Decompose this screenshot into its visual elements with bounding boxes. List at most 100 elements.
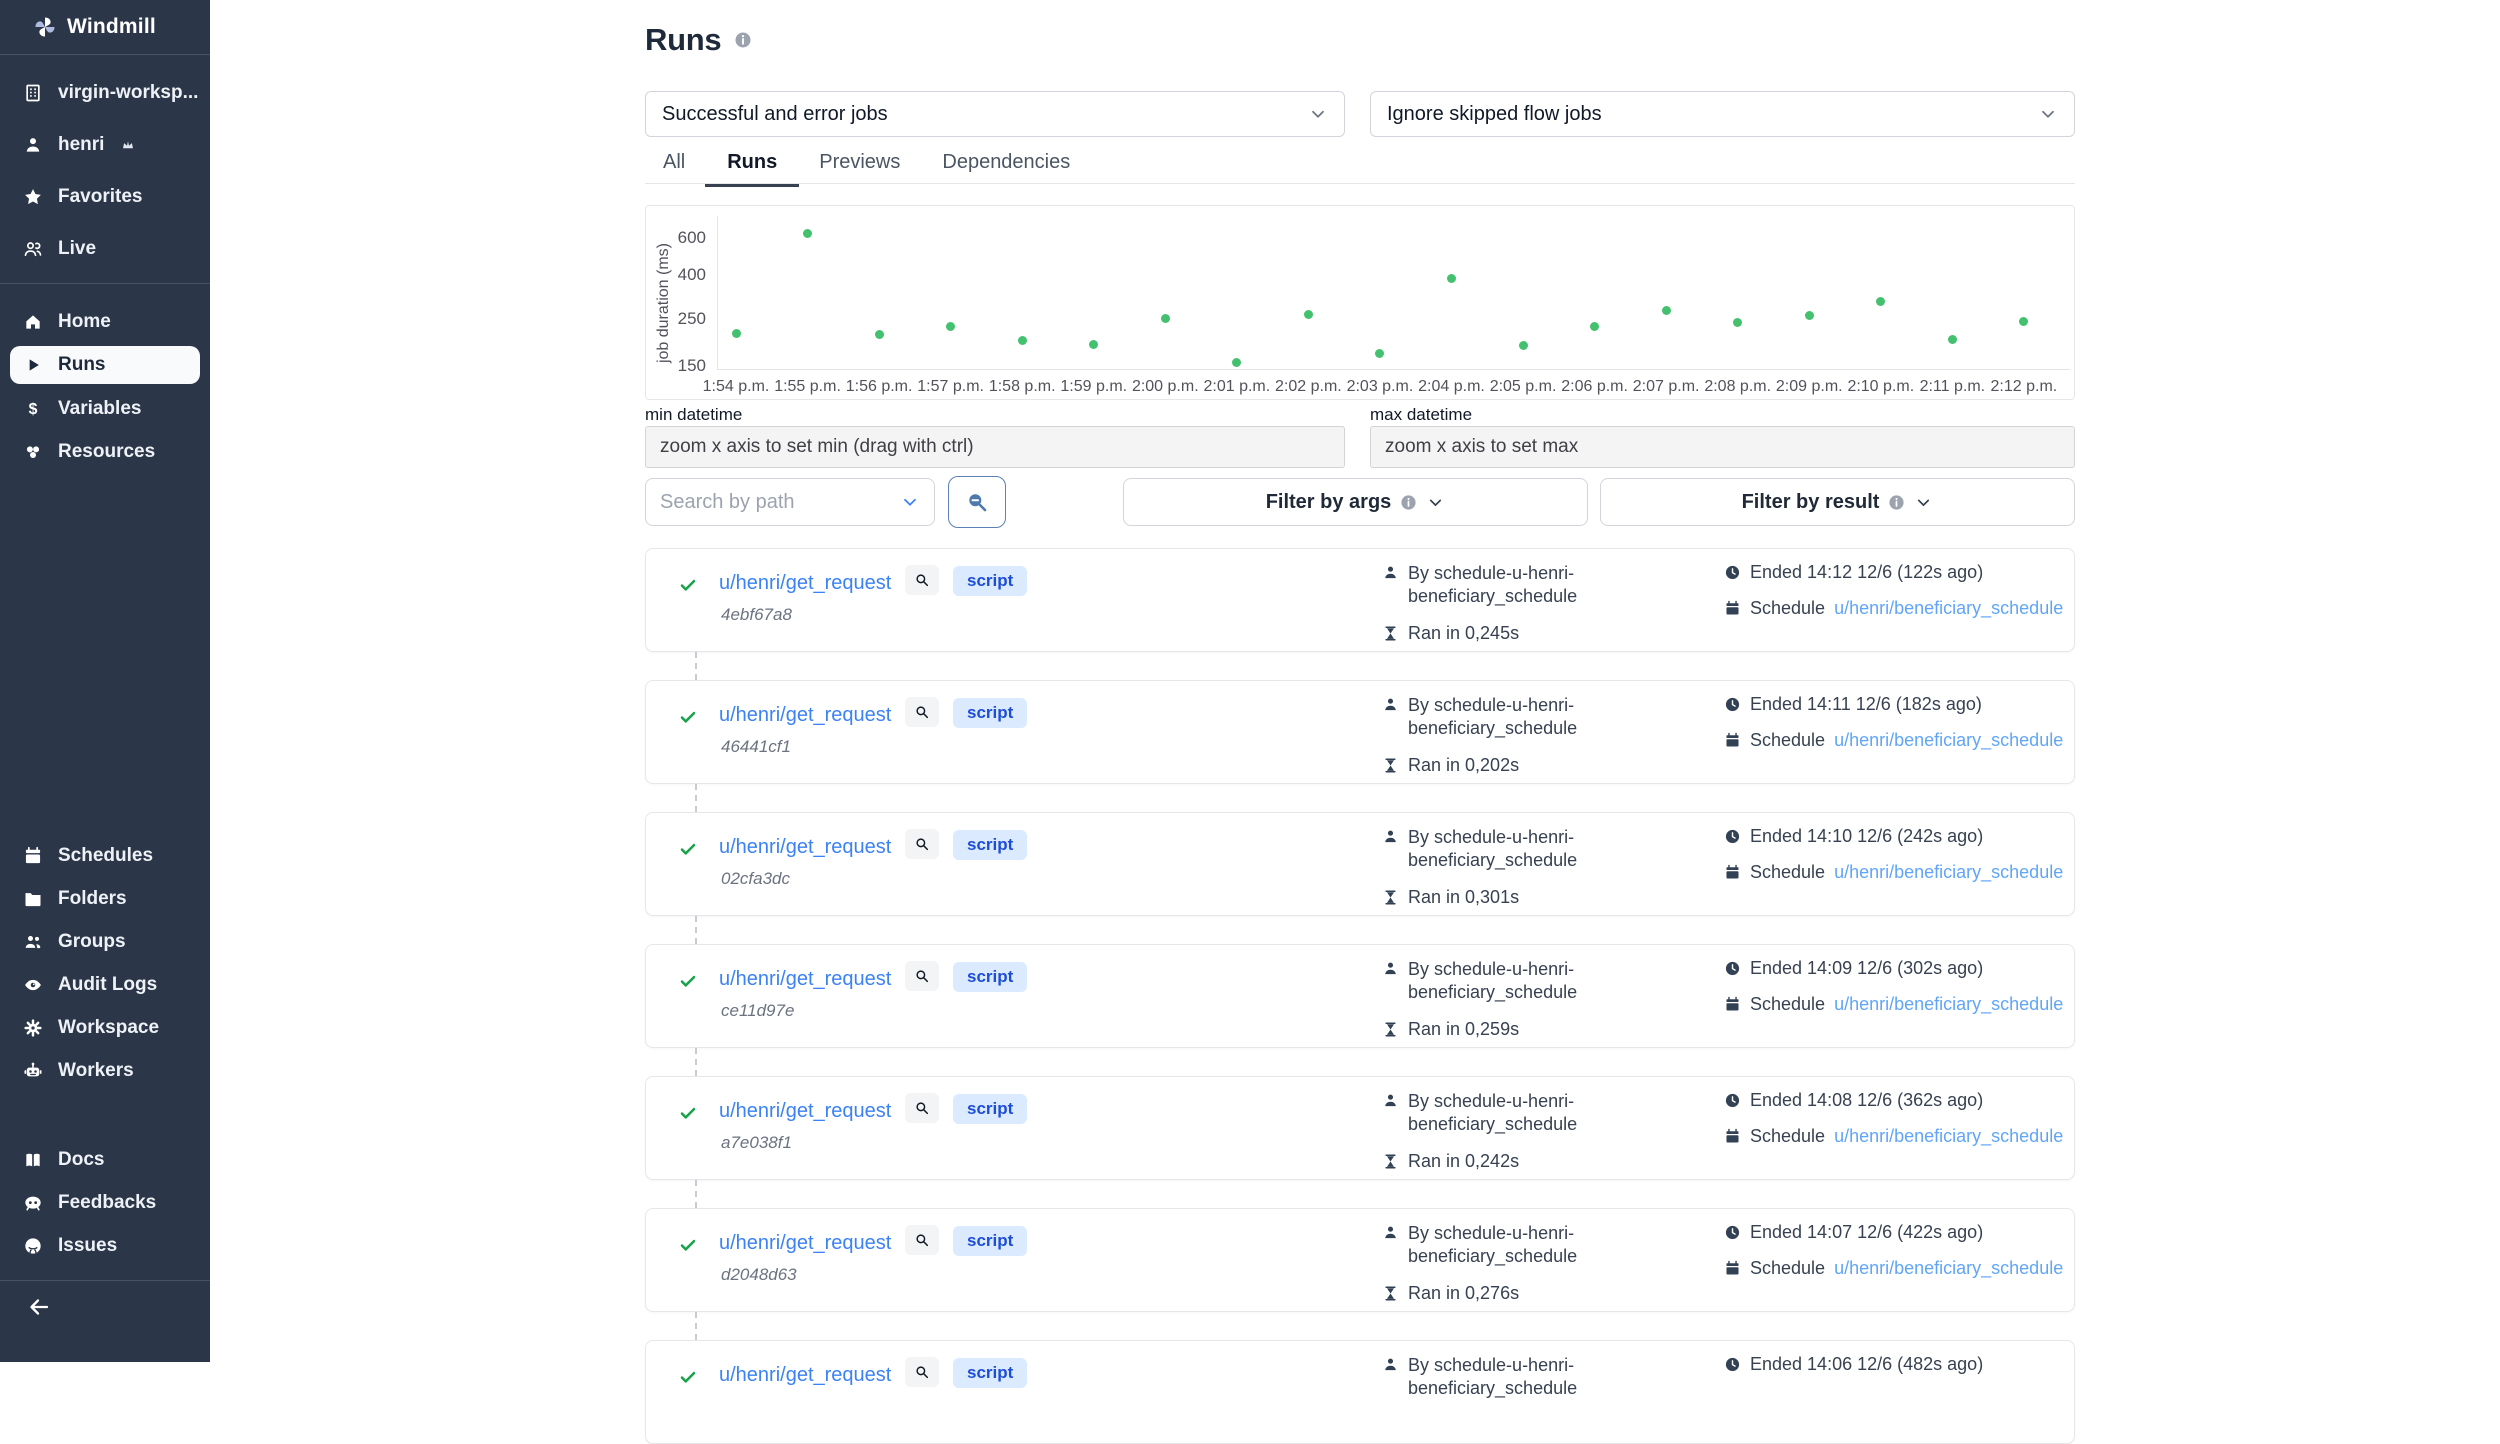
arrow-left-icon[interactable] bbox=[27, 1295, 51, 1319]
home-icon bbox=[23, 312, 43, 332]
user-icon bbox=[1382, 828, 1399, 845]
sidebar-item-runs[interactable]: Runs bbox=[10, 346, 200, 384]
runs-list: u/henri/get_request script 4ebf67a8 By s… bbox=[645, 0, 2075, 1362]
run-row[interactable]: u/henri/get_request script ce11d97e By s… bbox=[645, 944, 2075, 1048]
success-check-icon bbox=[679, 576, 697, 594]
run-row[interactable]: u/henri/get_request script 02cfa3dc By s… bbox=[645, 812, 2075, 916]
success-check-icon bbox=[679, 708, 697, 726]
sidebar-item-audit-logs[interactable]: Audit Logs bbox=[0, 963, 210, 1006]
inspect-run-button[interactable] bbox=[905, 1225, 939, 1255]
run-row[interactable]: u/henri/get_request script 4ebf67a8 By s… bbox=[645, 548, 2075, 652]
pinwheel-icon bbox=[32, 14, 58, 40]
sidebar-item-variables[interactable]: Variables bbox=[0, 387, 210, 430]
sidebar-item-label: Folders bbox=[58, 888, 127, 910]
sidebar-item-workspace[interactable]: Workspace bbox=[0, 1006, 210, 1049]
run-ended-time: Ended 14:11 12/6 (182s ago) bbox=[1724, 694, 1982, 715]
sidebar-item-henri[interactable]: henri bbox=[0, 119, 210, 171]
robot-icon bbox=[23, 1061, 43, 1081]
run-duration: Ran in 0,301s bbox=[1382, 887, 1519, 908]
sidebar-item-label: Groups bbox=[58, 931, 126, 953]
inspect-run-button[interactable] bbox=[905, 961, 939, 991]
sidebar: Windmill virgin-worksp... henriFavorites L… bbox=[0, 0, 210, 1362]
clock-icon bbox=[1724, 1356, 1741, 1373]
run-id: 46441cf1 bbox=[721, 737, 791, 757]
sidebar-item-label: Schedules bbox=[58, 845, 153, 867]
hourglass-icon bbox=[1382, 889, 1399, 906]
inspect-run-button[interactable] bbox=[905, 697, 939, 727]
play-icon bbox=[23, 355, 43, 375]
schedule-link[interactable]: u/henri/beneficiary_schedule bbox=[1834, 730, 2063, 751]
schedule-link[interactable]: u/henri/beneficiary_schedule bbox=[1834, 1126, 2063, 1147]
run-path-link[interactable]: u/henri/get_request bbox=[719, 1364, 891, 1387]
calendar-icon bbox=[1724, 732, 1741, 749]
run-triggered-by: By schedule-u-henri-beneficiary_schedule bbox=[1382, 1090, 1620, 1136]
row-connector bbox=[695, 1048, 697, 1076]
run-duration: Ran in 0,245s bbox=[1382, 623, 1519, 644]
run-path-link[interactable]: u/henri/get_request bbox=[719, 572, 891, 595]
run-path-link[interactable]: u/henri/get_request bbox=[719, 836, 891, 859]
clock-icon bbox=[1724, 960, 1741, 977]
run-path-link[interactable]: u/henri/get_request bbox=[719, 704, 891, 727]
run-ended-time: Ended 14:12 12/6 (122s ago) bbox=[1724, 562, 1983, 583]
run-row[interactable]: u/henri/get_request script By schedule-u… bbox=[645, 1340, 2075, 1444]
run-id: ce11d97e bbox=[721, 1001, 794, 1021]
schedule-link[interactable]: u/henri/beneficiary_schedule bbox=[1834, 598, 2063, 619]
building-icon bbox=[23, 83, 43, 103]
sidebar-item-virgin-worksp-[interactable]: virgin-worksp... bbox=[0, 67, 210, 119]
sidebar-item-favorites[interactable]: Favorites bbox=[0, 171, 210, 223]
discord-icon bbox=[23, 1193, 43, 1213]
schedule-link[interactable]: u/henri/beneficiary_schedule bbox=[1834, 1258, 2063, 1279]
sidebar-item-docs[interactable]: Docs bbox=[0, 1138, 210, 1181]
sidebar-item-folders[interactable]: Folders bbox=[0, 877, 210, 920]
sidebar-item-groups[interactable]: Groups bbox=[0, 920, 210, 963]
calendar-icon bbox=[1724, 1128, 1741, 1145]
sidebar-item-label: virgin-worksp... bbox=[58, 82, 198, 104]
job-kind-badge: script bbox=[953, 1094, 1027, 1124]
run-triggered-by: By schedule-u-henri-beneficiary_schedule bbox=[1382, 826, 1620, 872]
sidebar-item-schedules[interactable]: Schedules bbox=[0, 834, 210, 877]
schedule-link[interactable]: u/henri/beneficiary_schedule bbox=[1834, 994, 2063, 1015]
windmill-logo[interactable]: Windmill bbox=[0, 0, 210, 55]
run-path-link[interactable]: u/henri/get_request bbox=[719, 1100, 891, 1123]
run-row[interactable]: u/henri/get_request script 46441cf1 By s… bbox=[645, 680, 2075, 784]
hourglass-icon bbox=[1382, 625, 1399, 642]
calendar-icon bbox=[1724, 864, 1741, 881]
sidebar-item-label: Feedbacks bbox=[58, 1192, 156, 1214]
schedule-link[interactable]: u/henri/beneficiary_schedule bbox=[1834, 862, 2063, 883]
sidebar-item-home[interactable]: Home bbox=[0, 300, 210, 343]
run-row[interactable]: u/henri/get_request script d2048d63 By s… bbox=[645, 1208, 2075, 1312]
github-icon bbox=[23, 1236, 43, 1256]
person-icon bbox=[23, 135, 43, 155]
run-row[interactable]: u/henri/get_request script a7e038f1 By s… bbox=[645, 1076, 2075, 1180]
run-schedule: Schedule u/henri/beneficiary_schedule bbox=[1724, 1126, 2063, 1147]
user-icon bbox=[1382, 1224, 1399, 1241]
user-icon bbox=[1382, 1092, 1399, 1109]
run-triggered-by: By schedule-u-henri-beneficiary_schedule bbox=[1382, 1354, 1620, 1400]
sidebar-item-label: Docs bbox=[58, 1149, 104, 1171]
clock-icon bbox=[1724, 564, 1741, 581]
inspect-run-button[interactable] bbox=[905, 829, 939, 859]
run-id: 02cfa3dc bbox=[721, 869, 790, 889]
runs-page: Runs Successful and error jobs Ignore sk… bbox=[645, 0, 2075, 1362]
sidebar-item-label: Live bbox=[58, 238, 96, 260]
run-ended-time: Ended 14:10 12/6 (242s ago) bbox=[1724, 826, 1983, 847]
clock-icon bbox=[1724, 828, 1741, 845]
run-id: a7e038f1 bbox=[721, 1133, 792, 1153]
clock-icon bbox=[1724, 1092, 1741, 1109]
sidebar-item-feedbacks[interactable]: Feedbacks bbox=[0, 1181, 210, 1224]
job-kind-badge: script bbox=[953, 1358, 1027, 1388]
inspect-run-button[interactable] bbox=[905, 1093, 939, 1123]
sidebar-item-workers[interactable]: Workers bbox=[0, 1049, 210, 1092]
run-path-link[interactable]: u/henri/get_request bbox=[719, 1232, 891, 1255]
inspect-run-button[interactable] bbox=[905, 565, 939, 595]
sidebar-item-issues[interactable]: Issues bbox=[0, 1224, 210, 1267]
run-triggered-by: By schedule-u-henri-beneficiary_schedule bbox=[1382, 958, 1620, 1004]
sidebar-item-label: Workers bbox=[58, 1060, 134, 1082]
cubes-icon bbox=[23, 442, 43, 462]
success-check-icon bbox=[679, 1236, 697, 1254]
run-id: d2048d63 bbox=[721, 1265, 797, 1285]
sidebar-item-resources[interactable]: Resources bbox=[0, 430, 210, 473]
run-path-link[interactable]: u/henri/get_request bbox=[719, 968, 891, 991]
sidebar-item-live[interactable]: Live bbox=[0, 223, 210, 275]
magnifier-icon bbox=[914, 968, 930, 984]
